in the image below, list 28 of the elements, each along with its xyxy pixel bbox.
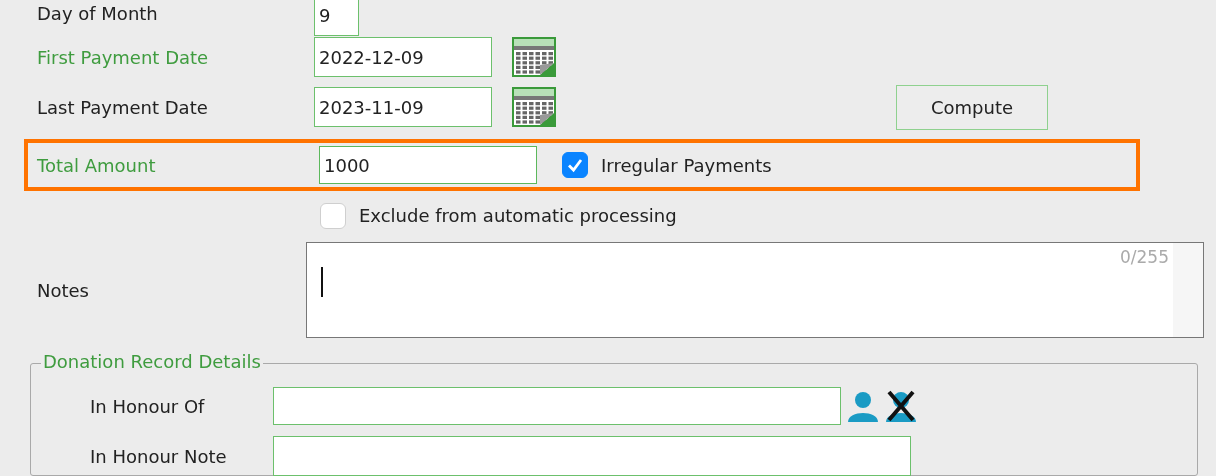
field-label: Notes (37, 279, 90, 301)
field-label: Last Payment Date (37, 96, 209, 118)
day-field[interactable]: 9 (314, 0, 359, 36)
calendar-icon (512, 37, 556, 77)
checkbox-label: Irregular Payments (601, 154, 772, 176)
compute-button[interactable]: Compute (896, 84, 1048, 130)
amount-field[interactable]: 1000 (319, 146, 537, 185)
checkbox[interactable] (320, 202, 346, 229)
text-field[interactable] (273, 387, 841, 425)
calendar-button[interactable] (512, 87, 556, 127)
field-label: In Honour Of (90, 395, 206, 417)
scrollbar[interactable] (1173, 243, 1203, 337)
checkbox-label: Exclude from automatic processing (359, 205, 677, 227)
clear-person-icon (884, 390, 918, 422)
checkbox[interactable] (562, 152, 588, 179)
date-field[interactable]: 2022-12-09 (314, 37, 492, 77)
text-field[interactable] (273, 436, 911, 476)
calendar-icon (512, 87, 556, 127)
clear-button[interactable] (884, 390, 918, 422)
character-counter: 0/255 (1120, 247, 1169, 267)
field-label: In Honour Note (90, 445, 228, 467)
field-label: First Payment Date (37, 46, 210, 68)
calendar-button[interactable] (512, 37, 556, 77)
text-cursor (321, 267, 323, 297)
person-icon (846, 390, 880, 422)
field-label: Day of Month (37, 3, 159, 24)
field-label: Total Amount (37, 154, 157, 176)
date-field[interactable]: 2023-11-09 (314, 87, 492, 127)
